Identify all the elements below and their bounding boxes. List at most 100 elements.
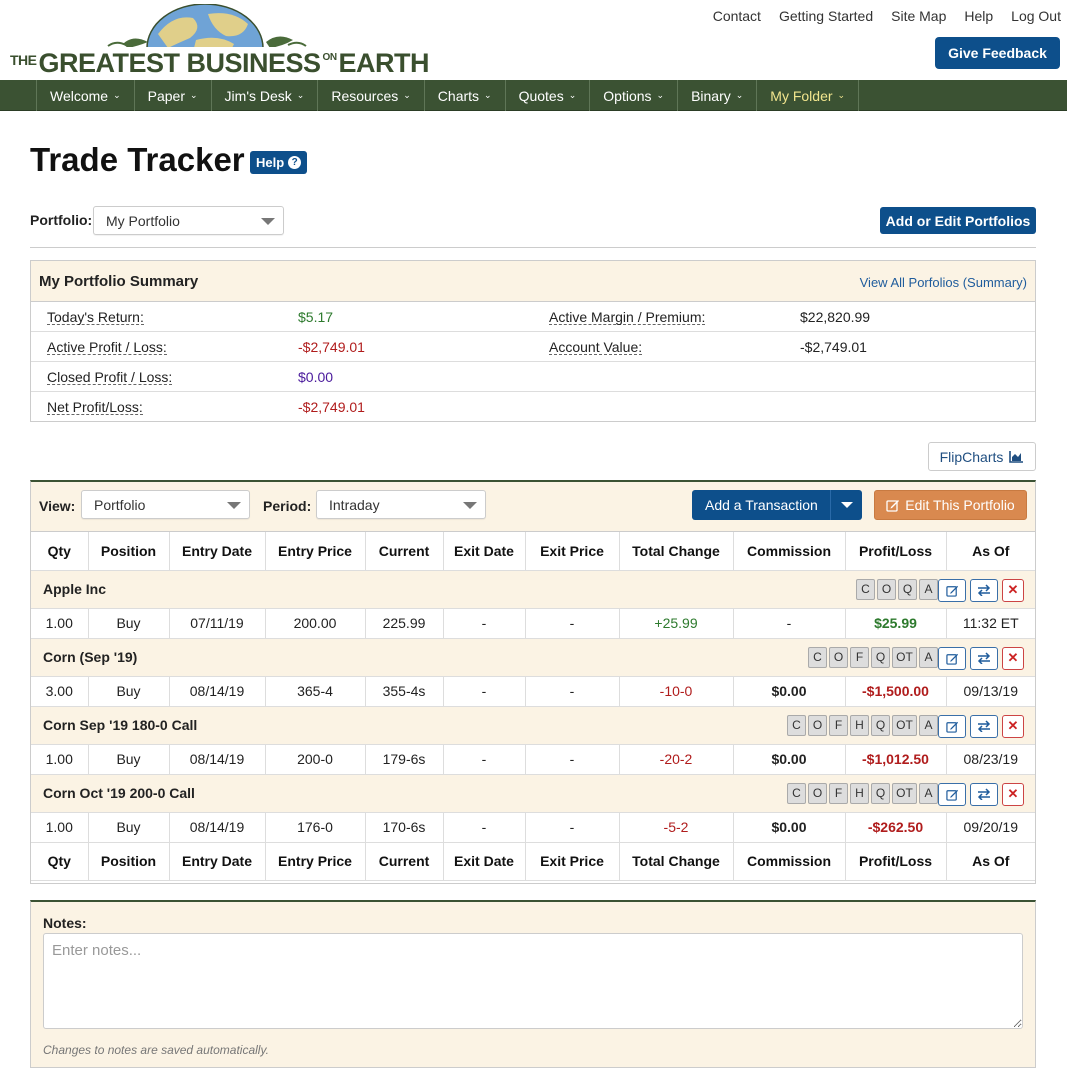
- summary-row: Active Profit / Loss: -$2,749.01 Account…: [31, 332, 1035, 362]
- nav-item-options[interactable]: Options ⌄: [590, 80, 679, 111]
- edit-trade-button[interactable]: [938, 578, 966, 602]
- caret-down-icon: [227, 502, 241, 509]
- table-row: 1.00 Buy 07/11/19 200.00 225.99- - +25.99- $25.…: [31, 608, 1035, 639]
- site-map-link[interactable]: Site Map: [891, 8, 946, 24]
- column-footer-profit-loss: Profit/Loss: [845, 842, 947, 881]
- nav-item-welcome[interactable]: Welcome ⌄: [37, 80, 135, 111]
- add-edit-portfolios-button[interactable]: Add or Edit Portfolios: [880, 207, 1036, 234]
- nav-item-charts[interactable]: Charts ⌄: [425, 80, 506, 111]
- help-link[interactable]: Help: [964, 8, 993, 24]
- table-footer: Qty Position Entry Date Entry Price Current E…: [31, 842, 1035, 881]
- period-select[interactable]: Intraday: [316, 490, 486, 519]
- active-pl-label[interactable]: Active Profit / Loss:: [47, 340, 167, 355]
- getting-started-link[interactable]: Getting Started: [779, 8, 873, 24]
- quick-link-a[interactable]: A: [919, 782, 938, 804]
- delete-trade-button[interactable]: ✕: [1002, 714, 1024, 738]
- instrument-name[interactable]: Corn Oct '19 200-0 Call: [43, 785, 195, 801]
- quick-link-f[interactable]: F: [829, 714, 848, 736]
- quick-link-q[interactable]: Q: [898, 578, 917, 600]
- quick-link-f[interactable]: F: [829, 782, 848, 804]
- swap-trade-button[interactable]: [970, 646, 998, 670]
- quick-link-ot[interactable]: OT: [892, 646, 917, 668]
- quick-link-q[interactable]: Q: [871, 646, 890, 668]
- cell-exit-date: -: [443, 676, 526, 707]
- give-feedback-button[interactable]: Give Feedback: [935, 37, 1060, 69]
- area-chart-icon: [1009, 450, 1024, 463]
- quick-link-a[interactable]: A: [919, 646, 938, 668]
- edit-portfolio-button[interactable]: Edit This Portfolio: [874, 490, 1027, 520]
- period-label: Period:: [263, 498, 312, 514]
- view-select[interactable]: Portfolio: [81, 490, 250, 519]
- nav-item-quotes[interactable]: Quotes ⌄: [506, 80, 591, 111]
- caret-down-icon: [261, 218, 275, 225]
- quick-link-h[interactable]: H: [850, 714, 869, 736]
- quick-link-c[interactable]: C: [808, 646, 827, 668]
- quick-link-c[interactable]: C: [856, 578, 875, 600]
- site-logo[interactable]: THEGREATEST BUSINESS ONEARTH: [8, 4, 430, 78]
- quick-link-o[interactable]: O: [829, 646, 848, 668]
- account-value-label[interactable]: Account Value:: [549, 340, 643, 355]
- column-header-entry-price: Entry Price: [265, 532, 366, 571]
- swap-trade-button[interactable]: [970, 782, 998, 806]
- cell-entry-price: 200.00: [265, 608, 366, 639]
- swap-trade-button[interactable]: [970, 714, 998, 738]
- help-button[interactable]: Help ?: [250, 151, 308, 174]
- flipcharts-label: FlipCharts: [939, 448, 1004, 465]
- instrument-name[interactable]: Corn (Sep '19): [43, 649, 137, 665]
- instrument-name[interactable]: Corn Sep '19 180-0 Call: [43, 717, 197, 733]
- contact-link[interactable]: Contact: [713, 8, 761, 24]
- quick-link-o[interactable]: O: [877, 578, 896, 600]
- cell-commission: $0.00: [733, 812, 846, 843]
- period-selected: Intraday: [329, 496, 380, 513]
- notes-textarea[interactable]: [43, 933, 1023, 1029]
- delete-trade-button[interactable]: ✕: [1002, 578, 1024, 602]
- cell-pl: $25.99: [845, 608, 947, 639]
- quick-link-h[interactable]: H: [850, 782, 869, 804]
- close-icon: ✕: [1007, 786, 1019, 801]
- edit-trade-button[interactable]: [938, 714, 966, 738]
- swap-trade-button[interactable]: [970, 578, 998, 602]
- quick-link-a[interactable]: A: [919, 578, 938, 600]
- instrument-name[interactable]: Apple Inc: [43, 581, 106, 597]
- quick-link-a[interactable]: A: [919, 714, 938, 736]
- todays-return-label[interactable]: Today's Return:: [47, 310, 144, 325]
- nav-item-label: Binary: [691, 87, 731, 104]
- column-footer-current: Current: [365, 842, 444, 881]
- cell-entry-date: 08/14/19: [169, 744, 266, 775]
- nav-item-jim-s-desk[interactable]: Jim's Desk ⌄: [212, 80, 319, 111]
- cell-exit-price: -: [525, 608, 620, 639]
- quick-link-q[interactable]: Q: [871, 782, 890, 804]
- closed-pl-label[interactable]: Closed Profit / Loss:: [47, 370, 173, 385]
- delete-trade-button[interactable]: ✕: [1002, 782, 1024, 806]
- quick-link-o[interactable]: O: [808, 782, 827, 804]
- nav-item-resources[interactable]: Resources ⌄: [318, 80, 425, 111]
- cell-exit-price: -: [525, 744, 620, 775]
- net-pl-label[interactable]: Net Profit/Loss:: [47, 400, 143, 415]
- delete-trade-button[interactable]: ✕: [1002, 646, 1024, 670]
- quick-link-q[interactable]: Q: [871, 714, 890, 736]
- quick-link-c[interactable]: C: [787, 714, 806, 736]
- nav-item-my-folder[interactable]: My Folder ⌄: [757, 80, 860, 111]
- column-header-qty: Qty: [31, 532, 89, 571]
- portfolio-select[interactable]: My Portfolio: [93, 206, 284, 235]
- column-header-total-change: Total Change: [619, 532, 734, 571]
- view-all-portfolios-link[interactable]: View All Porfolios (Summary): [860, 275, 1027, 290]
- cell-qty: 3.00: [31, 676, 89, 707]
- flipcharts-button[interactable]: FlipCharts: [928, 442, 1036, 471]
- add-transaction-button[interactable]: Add a Transaction: [692, 490, 862, 520]
- edit-trade-button[interactable]: [938, 646, 966, 670]
- nav-item-binary[interactable]: Binary ⌄: [678, 80, 758, 111]
- quick-link-ot[interactable]: OT: [892, 782, 917, 804]
- active-margin-label[interactable]: Active Margin / Premium:: [549, 310, 706, 325]
- quick-link-f[interactable]: F: [850, 646, 869, 668]
- edit-trade-button[interactable]: [938, 782, 966, 806]
- column-footer-exit-price: Exit Price: [525, 842, 620, 881]
- quick-link-c[interactable]: C: [787, 782, 806, 804]
- quick-links: C O F H Q OT A: [787, 714, 938, 736]
- nav-item-paper[interactable]: Paper ⌄: [135, 80, 212, 111]
- quick-link-o[interactable]: O: [808, 714, 827, 736]
- log-out-link[interactable]: Log Out: [1011, 8, 1061, 24]
- quick-link-ot[interactable]: OT: [892, 714, 917, 736]
- nav-item-label: Welcome: [50, 87, 109, 104]
- add-transaction-dropdown[interactable]: [830, 490, 862, 520]
